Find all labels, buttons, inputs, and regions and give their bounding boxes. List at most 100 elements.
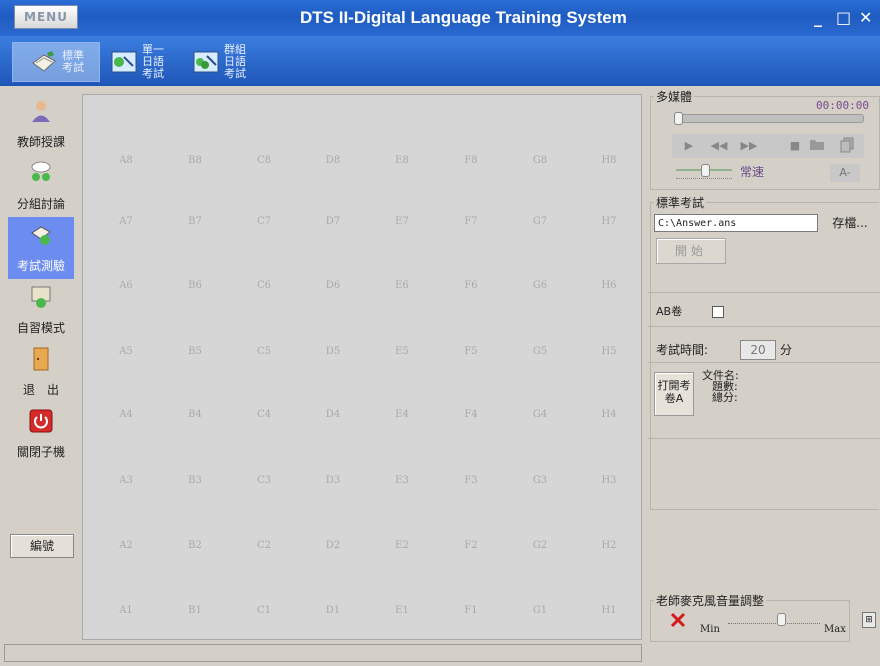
seat[interactable]: D2 bbox=[313, 540, 353, 551]
seat[interactable]: F8 bbox=[451, 155, 491, 166]
rewind-icon[interactable]: ◀◀ bbox=[710, 137, 728, 155]
exam-time-input[interactable]: 20 bbox=[740, 340, 776, 360]
ab-paper-label: AB卷 bbox=[656, 305, 683, 318]
sidebar-item-self-study[interactable]: 自習模式 bbox=[8, 279, 74, 341]
seat[interactable]: D4 bbox=[313, 409, 353, 420]
seat[interactable]: B4 bbox=[175, 409, 215, 420]
start-button[interactable]: 開始 bbox=[656, 238, 726, 264]
standard-exam-icon bbox=[32, 51, 56, 72]
seat[interactable]: D3 bbox=[313, 475, 353, 486]
seat[interactable]: G7 bbox=[520, 216, 560, 227]
menu-button[interactable]: MENU bbox=[14, 5, 78, 29]
close-button[interactable]: ✕ bbox=[859, 8, 872, 27]
seat[interactable]: F5 bbox=[451, 346, 491, 357]
seat[interactable]: A2 bbox=[106, 540, 146, 551]
seat[interactable]: F3 bbox=[451, 475, 491, 486]
seat[interactable]: E3 bbox=[382, 475, 422, 486]
seat[interactable]: A1 bbox=[106, 605, 146, 616]
toolbar-item-single-japanese-exam[interactable]: 單一日語考試 bbox=[110, 44, 172, 80]
open-folder-icon[interactable] bbox=[808, 137, 826, 155]
playback-progress-track[interactable] bbox=[674, 112, 864, 125]
seat[interactable]: F4 bbox=[451, 409, 491, 420]
a-minus-button[interactable]: A- bbox=[830, 164, 860, 182]
seat[interactable]: B1 bbox=[175, 605, 215, 616]
save-button[interactable]: 存檔... bbox=[822, 212, 878, 234]
ab-paper-checkbox[interactable] bbox=[712, 306, 724, 318]
seat[interactable]: E1 bbox=[382, 605, 422, 616]
seat[interactable]: H3 bbox=[589, 475, 629, 486]
seat[interactable]: H8 bbox=[589, 155, 629, 166]
maximize-button[interactable]: □ bbox=[836, 8, 851, 27]
seat[interactable]: E2 bbox=[382, 540, 422, 551]
seat[interactable]: B2 bbox=[175, 540, 215, 551]
seat[interactable]: F1 bbox=[451, 605, 491, 616]
seat[interactable]: C4 bbox=[244, 409, 284, 420]
mic-volume-slider[interactable] bbox=[728, 619, 820, 624]
seat[interactable]: H1 bbox=[589, 605, 629, 616]
seat[interactable]: B6 bbox=[175, 280, 215, 291]
sidebar-item-exam[interactable]: 考試測驗 bbox=[8, 217, 74, 279]
seat[interactable]: C6 bbox=[244, 280, 284, 291]
mic-volume-knob[interactable] bbox=[777, 613, 787, 626]
seat[interactable]: C2 bbox=[244, 540, 284, 551]
seat[interactable]: E8 bbox=[382, 155, 422, 166]
sidebar-item-power-off-clients[interactable]: 關閉子機 bbox=[8, 403, 74, 465]
seat[interactable]: C3 bbox=[244, 475, 284, 486]
seat[interactable]: G5 bbox=[520, 346, 560, 357]
seat[interactable]: C1 bbox=[244, 605, 284, 616]
seat[interactable]: F7 bbox=[451, 216, 491, 227]
seat[interactable]: A5 bbox=[106, 346, 146, 357]
fast-forward-icon[interactable]: ▶▶ bbox=[740, 137, 758, 155]
seat[interactable]: A7 bbox=[106, 216, 146, 227]
seat[interactable]: H2 bbox=[589, 540, 629, 551]
seat[interactable]: G4 bbox=[520, 409, 560, 420]
copy-icon[interactable] bbox=[838, 137, 856, 155]
seat[interactable]: G8 bbox=[520, 155, 560, 166]
seat[interactable]: H6 bbox=[589, 280, 629, 291]
seat[interactable]: B7 bbox=[175, 216, 215, 227]
mic-mute-icon[interactable] bbox=[670, 612, 686, 628]
seat[interactable]: D5 bbox=[313, 346, 353, 357]
seat[interactable]: H4 bbox=[589, 409, 629, 420]
seat[interactable]: F2 bbox=[451, 540, 491, 551]
sidebar-item-exit[interactable]: 退 出 bbox=[8, 341, 74, 403]
seat[interactable]: E5 bbox=[382, 346, 422, 357]
sidebar-item-teacher-lecture[interactable]: 教師授課 bbox=[8, 93, 74, 155]
seat[interactable]: G1 bbox=[520, 605, 560, 616]
seat[interactable]: B8 bbox=[175, 155, 215, 166]
seat[interactable]: G6 bbox=[520, 280, 560, 291]
sidebar-item-group-discussion[interactable]: 分組討論 bbox=[8, 155, 74, 217]
seat[interactable]: B5 bbox=[175, 346, 215, 357]
seat[interactable]: C7 bbox=[244, 216, 284, 227]
seat[interactable]: C5 bbox=[244, 346, 284, 357]
seat[interactable]: F6 bbox=[451, 280, 491, 291]
stop-icon[interactable]: ■ bbox=[786, 137, 804, 155]
seat[interactable]: A8 bbox=[106, 155, 146, 166]
seat[interactable]: E6 bbox=[382, 280, 422, 291]
seat[interactable]: D7 bbox=[313, 216, 353, 227]
seat[interactable]: H7 bbox=[589, 216, 629, 227]
seat[interactable]: C8 bbox=[244, 155, 284, 166]
toolbar-item-group-japanese-exam[interactable]: 群組日語考試 bbox=[192, 44, 254, 80]
seat[interactable]: A3 bbox=[106, 475, 146, 486]
number-button[interactable]: 編號 bbox=[10, 534, 74, 558]
seat[interactable]: B3 bbox=[175, 475, 215, 486]
answer-file-path-input[interactable]: C:\Answer.ans bbox=[654, 214, 818, 232]
seat[interactable]: D6 bbox=[313, 280, 353, 291]
playback-progress-knob[interactable] bbox=[674, 112, 683, 125]
seat[interactable]: H5 bbox=[589, 346, 629, 357]
mic-settings-icon[interactable]: ⊞ bbox=[862, 612, 876, 628]
play-icon[interactable]: ▶ bbox=[680, 137, 698, 155]
open-paper-a-button[interactable]: 打開考卷A bbox=[654, 372, 694, 416]
speed-slider-knob[interactable] bbox=[701, 164, 710, 177]
seat[interactable]: G3 bbox=[520, 475, 560, 486]
seat[interactable]: A4 bbox=[106, 409, 146, 420]
seat[interactable]: D8 bbox=[313, 155, 353, 166]
seat[interactable]: D1 bbox=[313, 605, 353, 616]
seat[interactable]: A6 bbox=[106, 280, 146, 291]
seat[interactable]: E4 bbox=[382, 409, 422, 420]
toolbar-item-standard-exam[interactable]: 標準考試 bbox=[30, 46, 92, 78]
seat[interactable]: E7 bbox=[382, 216, 422, 227]
minimize-button[interactable]: _ bbox=[814, 8, 822, 27]
seat[interactable]: G2 bbox=[520, 540, 560, 551]
